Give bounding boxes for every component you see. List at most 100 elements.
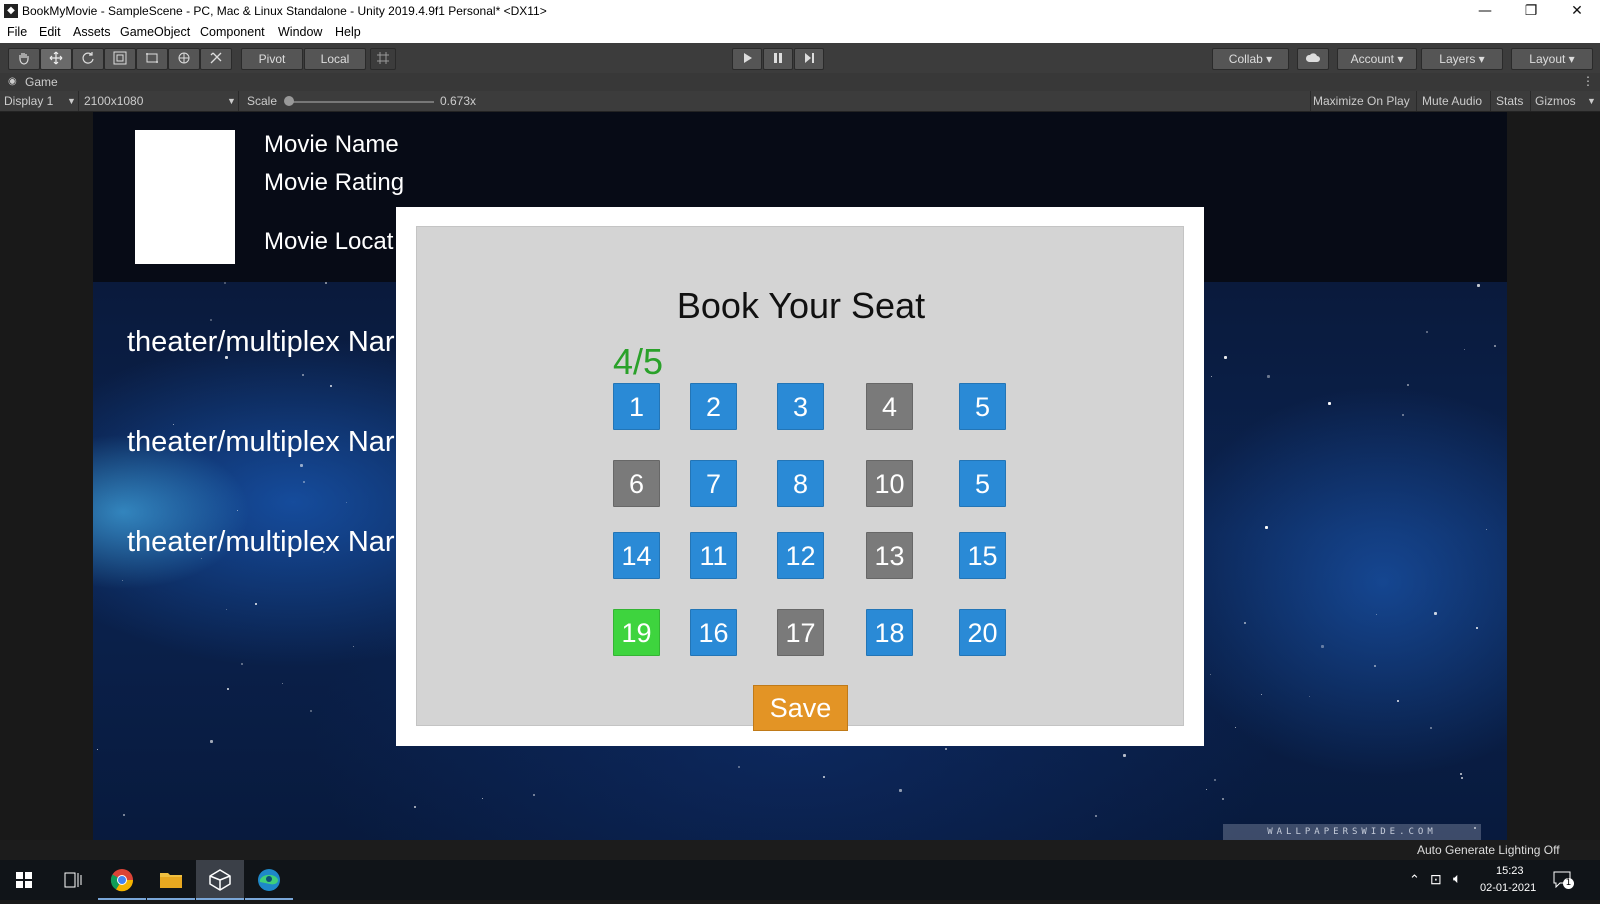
cloud-icon[interactable] bbox=[1297, 48, 1329, 70]
resolution-dropdown[interactable]: 2100x1080 bbox=[84, 94, 143, 108]
star bbox=[1222, 798, 1224, 800]
theater-name-1[interactable]: theater/multiplex Nar bbox=[127, 326, 395, 359]
hand-tool-icon[interactable] bbox=[8, 48, 40, 70]
speaker-icon[interactable]: 🔈︎ bbox=[1453, 870, 1461, 887]
rotate-tool-icon[interactable] bbox=[72, 48, 104, 70]
custom-tool-icon[interactable] bbox=[200, 48, 232, 70]
notification-icon[interactable]: 1 bbox=[1552, 870, 1574, 889]
layers-label: Layers bbox=[1439, 52, 1476, 66]
save-button[interactable]: Save bbox=[753, 685, 848, 731]
star bbox=[1407, 384, 1409, 386]
task-view-icon[interactable] bbox=[48, 860, 96, 900]
maximize-button[interactable]: ❐ bbox=[1508, 0, 1554, 23]
dialog-title: Book Your Seat bbox=[676, 285, 926, 326]
menu-window[interactable]: Window bbox=[278, 25, 322, 39]
star bbox=[226, 609, 227, 610]
mute-audio-toggle[interactable]: Mute Audio bbox=[1422, 94, 1482, 108]
file-explorer-icon[interactable] bbox=[147, 860, 195, 900]
transform-tool-icon[interactable] bbox=[168, 48, 200, 70]
star bbox=[1430, 727, 1432, 729]
title-bar: ◆ BookMyMovie - SampleScene - PC, Mac & … bbox=[0, 0, 1600, 23]
move-tool-icon[interactable] bbox=[40, 48, 72, 70]
seat-button-available[interactable]: 7 bbox=[690, 460, 737, 507]
scale-slider-track[interactable] bbox=[288, 101, 434, 103]
seat-button-available[interactable]: 11 bbox=[690, 532, 737, 579]
star bbox=[1376, 614, 1377, 615]
seat-button-available[interactable]: 2 bbox=[690, 383, 737, 430]
rect-tool-icon[interactable] bbox=[136, 48, 168, 70]
collab-dropdown[interactable]: Collab ▾ bbox=[1212, 48, 1289, 70]
seat-button-available[interactable]: 20 bbox=[959, 609, 1006, 656]
star bbox=[1261, 694, 1262, 695]
windows-start-icon[interactable] bbox=[0, 860, 48, 900]
tab-options-icon[interactable]: ⋮ bbox=[1582, 74, 1594, 88]
menu-edit[interactable]: Edit bbox=[39, 25, 61, 39]
step-button[interactable] bbox=[794, 48, 824, 70]
menu-component[interactable]: Component bbox=[200, 25, 265, 39]
scale-value: 0.673x bbox=[440, 94, 477, 108]
seat-button-available[interactable]: 5 bbox=[959, 383, 1006, 430]
account-dropdown[interactable]: Account ▾ bbox=[1337, 48, 1417, 70]
scale-tool-icon[interactable] bbox=[104, 48, 136, 70]
seat-button-available[interactable]: 1 bbox=[613, 383, 660, 430]
menu-assets[interactable]: Assets bbox=[73, 25, 111, 39]
menu-help[interactable]: Help bbox=[335, 25, 361, 39]
seat-button-selected[interactable]: 19 bbox=[613, 609, 660, 656]
seat-button-booked[interactable]: 4 bbox=[866, 383, 913, 430]
network-icon[interactable]: ⊡ bbox=[1430, 871, 1442, 888]
seat-button-available[interactable]: 15 bbox=[959, 532, 1006, 579]
tray-chevron-up-icon[interactable]: ⌃ bbox=[1409, 872, 1420, 888]
star bbox=[255, 603, 257, 605]
unity-app-icon: ◆ bbox=[4, 4, 18, 18]
seat-button-available[interactable]: 16 bbox=[690, 609, 737, 656]
edge-icon[interactable] bbox=[245, 860, 293, 900]
menu-file[interactable]: File bbox=[7, 25, 27, 39]
pivot-toggle[interactable]: Pivot bbox=[241, 48, 303, 70]
seat-button-available[interactable]: 8 bbox=[777, 460, 824, 507]
movie-rating: Movie Rating bbox=[264, 169, 405, 196]
star bbox=[414, 806, 416, 808]
grid-snap-icon[interactable] bbox=[370, 48, 396, 70]
minimize-button[interactable]: — bbox=[1462, 0, 1508, 23]
star bbox=[227, 688, 229, 690]
star bbox=[1434, 612, 1437, 615]
star bbox=[1402, 414, 1404, 416]
gizmos-dropdown[interactable]: Gizmos bbox=[1535, 94, 1576, 108]
seat-button-booked[interactable]: 6 bbox=[613, 460, 660, 507]
scale-label: Scale bbox=[247, 94, 278, 108]
theater-name-3[interactable]: theater/multiplex Nar bbox=[127, 526, 395, 559]
seat-button-available[interactable]: 18 bbox=[866, 609, 913, 656]
layers-dropdown[interactable]: Layers ▾ bbox=[1421, 48, 1503, 70]
play-button[interactable] bbox=[732, 48, 762, 70]
tab-game[interactable]: Game bbox=[25, 75, 58, 89]
stats-toggle[interactable]: Stats bbox=[1496, 94, 1523, 108]
star bbox=[1460, 773, 1462, 775]
seat-button-booked[interactable]: 13 bbox=[866, 532, 913, 579]
maximize-on-play-toggle[interactable]: Maximize On Play bbox=[1313, 94, 1410, 108]
movie-poster bbox=[135, 130, 235, 264]
seat-button-booked[interactable]: 17 bbox=[777, 609, 824, 656]
pause-button[interactable] bbox=[763, 48, 793, 70]
seat-button-available[interactable]: 5 bbox=[959, 460, 1006, 507]
unity-taskbar-icon[interactable] bbox=[196, 860, 244, 900]
display-dropdown[interactable]: Display 1 bbox=[4, 94, 53, 108]
watermark: WALLPAPERSWIDE.COM bbox=[1223, 824, 1481, 840]
clock-date[interactable]: 02-01-2021 bbox=[1480, 882, 1536, 894]
clock-time[interactable]: 15:23 bbox=[1496, 865, 1524, 877]
star bbox=[310, 710, 312, 712]
local-toggle[interactable]: Local bbox=[304, 48, 366, 70]
seat-button-available[interactable]: 12 bbox=[777, 532, 824, 579]
layout-dropdown[interactable]: Layout ▾ bbox=[1511, 48, 1593, 70]
theater-name-2[interactable]: theater/multiplex Nar bbox=[127, 426, 395, 459]
windows-taskbar: ⌃ ⊡ 🔈︎ 15:23 02-01-2021 1 bbox=[0, 860, 1600, 900]
menu-gameobject[interactable]: GameObject bbox=[120, 25, 190, 39]
seat-button-available[interactable]: 3 bbox=[777, 383, 824, 430]
close-button[interactable]: ✕ bbox=[1554, 0, 1600, 23]
chrome-icon[interactable] bbox=[98, 860, 146, 900]
star bbox=[1476, 627, 1478, 629]
scale-slider-thumb[interactable] bbox=[284, 96, 294, 106]
star bbox=[123, 814, 125, 816]
star bbox=[1265, 526, 1268, 529]
seat-button-available[interactable]: 14 bbox=[613, 532, 660, 579]
seat-button-booked[interactable]: 10 bbox=[866, 460, 913, 507]
